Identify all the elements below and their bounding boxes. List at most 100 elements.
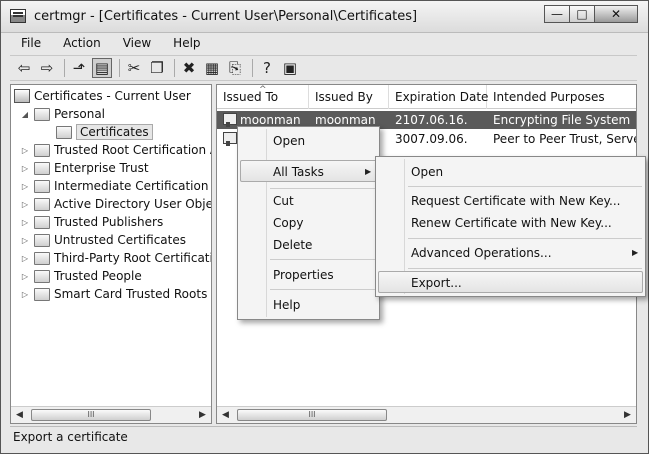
tree-item-trusted-root[interactable]: ▷ Trusted Root Certification Au bbox=[20, 141, 212, 159]
folder-icon bbox=[34, 161, 50, 175]
column-intended-purposes[interactable]: Intended Purposes bbox=[487, 85, 636, 109]
toolbar-separator bbox=[174, 59, 175, 77]
scroll-left-icon[interactable]: ◀ bbox=[217, 407, 234, 423]
scroll-thumb[interactable]: III bbox=[31, 409, 151, 421]
folder-icon bbox=[56, 125, 72, 139]
cell-purposes: Peer to Peer Trust, Server A bbox=[493, 132, 636, 146]
column-issued-by[interactable]: Issued By bbox=[309, 85, 389, 109]
console-tree[interactable]: Certificates - Current User ◢ Personal C… bbox=[10, 84, 212, 424]
folder-icon bbox=[34, 251, 50, 265]
delete-icon[interactable]: ✖ bbox=[179, 58, 199, 78]
collapsed-triangle-icon[interactable]: ▷ bbox=[20, 200, 30, 209]
folder-icon bbox=[34, 233, 50, 247]
sub-renew-new-key[interactable]: Renew Certificate with New Key... bbox=[378, 212, 643, 234]
status-bar: Export a certificate bbox=[10, 426, 637, 446]
menu-separator bbox=[408, 186, 642, 187]
scroll-left-icon[interactable]: ◀ bbox=[11, 407, 28, 423]
menu-help[interactable]: Help bbox=[162, 33, 211, 53]
tree-item-certificates[interactable]: Certificates bbox=[56, 123, 153, 141]
maximize-button[interactable]: □ bbox=[569, 5, 595, 23]
close-button[interactable]: ✕ bbox=[594, 5, 638, 23]
certmgr-app-icon[interactable] bbox=[10, 9, 26, 23]
up-folder-icon[interactable]: ⬏ bbox=[69, 58, 89, 78]
collapsed-triangle-icon[interactable]: ▷ bbox=[20, 272, 30, 281]
scroll-thumb[interactable]: III bbox=[237, 409, 387, 421]
tree-item-personal[interactable]: ◢ Personal bbox=[20, 105, 105, 123]
menu-view[interactable]: View bbox=[112, 33, 162, 53]
folder-icon bbox=[34, 215, 50, 229]
toolbar-separator bbox=[64, 59, 65, 77]
tree-item-enterprise-trust[interactable]: ▷ Enterprise Trust bbox=[20, 159, 149, 177]
forward-arrow-icon[interactable]: ⇨ bbox=[37, 58, 57, 78]
export-list-icon[interactable]: ⎘ bbox=[225, 58, 245, 78]
collapsed-triangle-icon[interactable]: ▷ bbox=[20, 146, 30, 155]
expanded-triangle-icon[interactable]: ◢ bbox=[20, 110, 30, 119]
collapsed-triangle-icon[interactable]: ▷ bbox=[20, 182, 30, 191]
tree-item-label: Third-Party Root Certification bbox=[54, 251, 212, 265]
toolbar: ⇦ ⇨ ⬏ ▤ ✂ ❐ ✖ ▦ ⎘ ? ▣ bbox=[10, 55, 637, 81]
properties-icon[interactable]: ▦ bbox=[202, 58, 222, 78]
collapsed-triangle-icon[interactable]: ▷ bbox=[20, 164, 30, 173]
minimize-button[interactable]: — bbox=[544, 5, 570, 23]
menu-separator bbox=[408, 238, 642, 239]
scroll-right-icon[interactable]: ▶ bbox=[619, 407, 636, 423]
ctx-delete[interactable]: Delete bbox=[240, 234, 377, 256]
column-expiration-date[interactable]: Expiration Date bbox=[389, 85, 488, 109]
sub-export[interactable]: Export... bbox=[378, 271, 643, 293]
collapsed-triangle-icon[interactable]: ▷ bbox=[20, 254, 30, 263]
ctx-cut[interactable]: Cut bbox=[240, 190, 377, 212]
tree-item-label: Trusted Publishers bbox=[54, 215, 164, 229]
tree-item-root[interactable]: Certificates - Current User bbox=[14, 87, 191, 105]
context-menu: Open All Tasks ▶ Cut Copy Delete Propert… bbox=[237, 126, 380, 320]
window-title: certmgr - [Certificates - Current User\P… bbox=[34, 9, 418, 24]
ctx-all-tasks-label: All Tasks bbox=[273, 165, 324, 179]
tree-item-trusted-people[interactable]: ▷ Trusted People bbox=[20, 267, 142, 285]
tree-item-untrusted[interactable]: ▷ Untrusted Certificates bbox=[20, 231, 186, 249]
collapsed-triangle-icon[interactable]: ▷ bbox=[20, 236, 30, 245]
menu-file[interactable]: File bbox=[10, 33, 52, 53]
column-issued-to[interactable]: ^ Issued To bbox=[217, 85, 309, 109]
ctx-properties[interactable]: Properties bbox=[240, 264, 377, 286]
all-tasks-submenu: Open Request Certificate with New Key...… bbox=[375, 156, 646, 297]
ctx-help[interactable]: Help bbox=[240, 294, 377, 316]
cell-purposes: Encrypting File System bbox=[493, 113, 631, 127]
folder-icon bbox=[34, 179, 50, 193]
ctx-all-tasks[interactable]: All Tasks ▶ bbox=[240, 160, 377, 182]
ctx-copy[interactable]: Copy bbox=[240, 212, 377, 234]
certificate-icon bbox=[223, 132, 237, 146]
menu-separator bbox=[270, 289, 376, 290]
collapsed-triangle-icon[interactable]: ▷ bbox=[20, 218, 30, 227]
folder-icon bbox=[34, 197, 50, 211]
submenu-arrow-icon: ▶ bbox=[632, 248, 639, 257]
tree-item-label: Trusted Root Certification Au bbox=[54, 143, 212, 157]
tree-item-label: Untrusted Certificates bbox=[54, 233, 186, 247]
show-action-pane-icon[interactable]: ▣ bbox=[280, 58, 300, 78]
ctx-open[interactable]: Open bbox=[240, 130, 377, 152]
folder-icon bbox=[34, 269, 50, 283]
tree-item-trusted-publishers[interactable]: ▷ Trusted Publishers bbox=[20, 213, 163, 231]
copy-icon[interactable]: ❐ bbox=[147, 58, 167, 78]
scroll-right-icon[interactable]: ▶ bbox=[194, 407, 211, 423]
tree-horizontal-scrollbar[interactable]: ◀ III ▶ bbox=[11, 406, 211, 423]
back-arrow-icon[interactable]: ⇦ bbox=[14, 58, 34, 78]
title-bar[interactable]: certmgr - [Certificates - Current User\P… bbox=[1, 1, 648, 33]
cell-expiration: 3007.09.06. bbox=[395, 132, 468, 146]
tree-item-intermediate[interactable]: ▷ Intermediate Certification Au bbox=[20, 177, 211, 195]
tree-item-active-directory[interactable]: ▷ Active Directory User Object bbox=[20, 195, 212, 213]
help-icon[interactable]: ? bbox=[257, 58, 277, 78]
tree-item-smart-card[interactable]: ▷ Smart Card Trusted Roots bbox=[20, 285, 207, 303]
collapsed-triangle-icon[interactable]: ▷ bbox=[20, 290, 30, 299]
tree-item-label: Enterprise Trust bbox=[54, 161, 149, 175]
tree-item-label: Active Directory User Object bbox=[54, 197, 212, 211]
cut-icon[interactable]: ✂ bbox=[124, 58, 144, 78]
list-horizontal-scrollbar[interactable]: ◀ III ▶ bbox=[217, 406, 636, 423]
sub-request-new-key[interactable]: Request Certificate with New Key... bbox=[378, 190, 643, 212]
menu-separator bbox=[408, 268, 642, 269]
toolbar-separator bbox=[119, 59, 120, 77]
menu-action[interactable]: Action bbox=[52, 33, 112, 53]
tree-item-third-party-root[interactable]: ▷ Third-Party Root Certification bbox=[20, 249, 212, 267]
show-hide-tree-icon[interactable]: ▤ bbox=[92, 58, 112, 78]
sub-advanced-operations[interactable]: Advanced Operations... ▶ bbox=[378, 242, 643, 264]
tree-item-label: Personal bbox=[54, 107, 106, 121]
sub-open[interactable]: Open bbox=[378, 161, 643, 183]
